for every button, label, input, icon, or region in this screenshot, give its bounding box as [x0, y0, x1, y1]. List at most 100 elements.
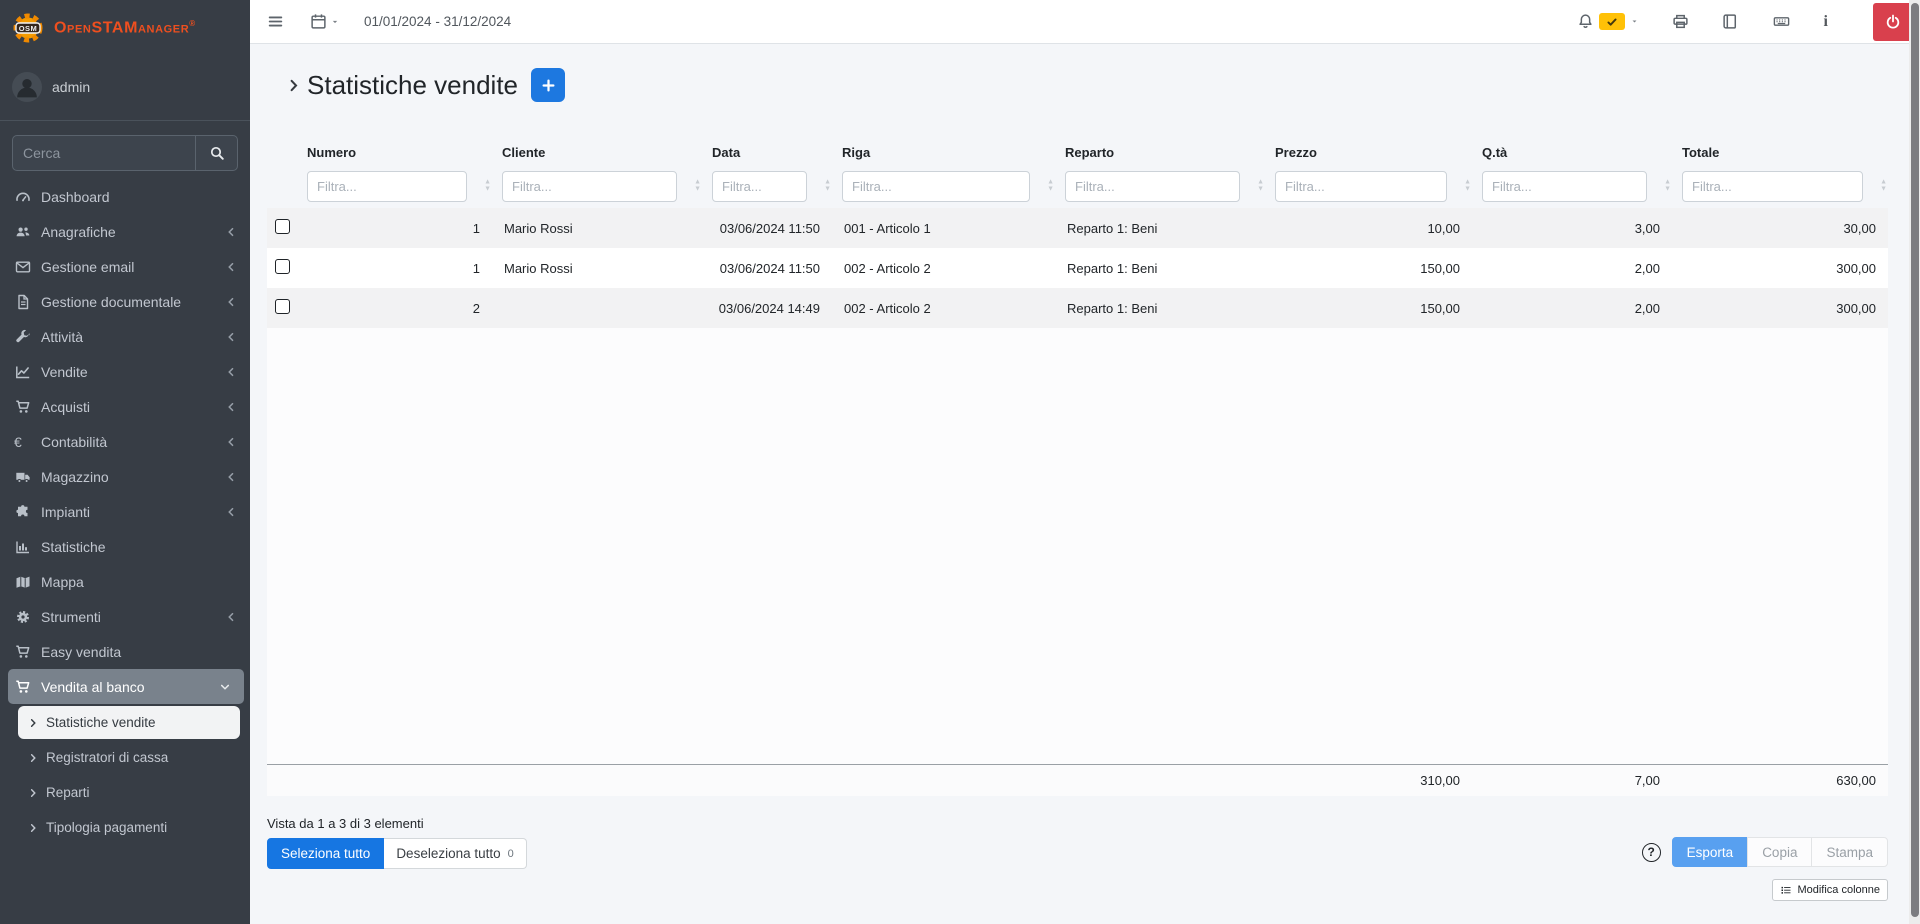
column-header-prezzo[interactable]: Prezzo	[1265, 145, 1472, 160]
sidebar-item-gestione-documentale[interactable]: Gestione documentale	[0, 284, 250, 319]
print-table-button[interactable]: Stampa	[1811, 837, 1888, 867]
filter-input-reparto[interactable]	[1065, 171, 1240, 202]
info-button[interactable]: i	[1820, 10, 1832, 34]
svg-text:OSM: OSM	[19, 24, 38, 33]
chevron-left-icon	[224, 610, 238, 624]
table-row[interactable]: 1 Mario Rossi 03/06/2024 11:50 002 - Art…	[267, 248, 1888, 288]
calendar-button[interactable]	[306, 9, 344, 34]
column-header-totale[interactable]: Totale	[1672, 145, 1888, 160]
deselect-all-button[interactable]: Deseleziona tutto0	[384, 838, 526, 869]
cell-riga: 002 - Articolo 2	[832, 301, 1055, 316]
sidebar-item-strumenti[interactable]: Strumenti	[0, 599, 250, 634]
avatar	[12, 72, 42, 102]
question-icon: ?	[1647, 845, 1654, 859]
copy-button[interactable]: Copia	[1747, 837, 1812, 867]
chevron-right-icon	[27, 717, 39, 729]
sidebar-item-impianti[interactable]: Impianti	[0, 494, 250, 529]
status-badge	[1599, 13, 1625, 30]
sidebar-item-vendite[interactable]: Vendite	[0, 354, 250, 389]
row-checkbox[interactable]	[275, 259, 290, 274]
sidebar-item-magazzino[interactable]: Magazzino	[0, 459, 250, 494]
sidebar-item-dashboard[interactable]: Dashboard	[0, 179, 250, 214]
filter-input-totale[interactable]	[1682, 171, 1863, 202]
filter-input-cliente[interactable]	[502, 171, 677, 202]
table-row[interactable]: 1 Mario Rossi 03/06/2024 11:50 001 - Art…	[267, 208, 1888, 248]
select-all-button[interactable]: Seleziona tutto	[267, 838, 384, 869]
filter-input-qta[interactable]	[1482, 171, 1647, 202]
sort-icons: ▲▼	[484, 180, 491, 193]
bell-icon	[1577, 13, 1594, 30]
sidebar-subitem-registratori-di-cassa[interactable]: Registratori di cassa	[18, 741, 240, 774]
column-header-reparto[interactable]: Reparto	[1055, 145, 1265, 160]
sidebar-item-anagrafiche[interactable]: Anagrafiche	[0, 214, 250, 249]
cell-cliente: Mario Rossi	[492, 261, 702, 276]
hamburger-icon	[267, 13, 284, 30]
print-button[interactable]	[1668, 9, 1693, 34]
filter-input-numero[interactable]	[307, 171, 467, 202]
filter-input-riga[interactable]	[842, 171, 1030, 202]
edit-columns-button[interactable]: Modifica colonne	[1772, 879, 1888, 901]
sort-icons: ▲▼	[1664, 180, 1671, 193]
table-body: 1 Mario Rossi 03/06/2024 11:50 001 - Art…	[267, 208, 1888, 764]
scrollbar-thumb[interactable]	[1911, 3, 1919, 917]
sort-desc-icon: ▼	[1664, 186, 1671, 193]
user-panel[interactable]: admin	[0, 56, 250, 121]
sidebar-item-statistiche[interactable]: Statistiche	[0, 529, 250, 564]
notifications-button[interactable]	[1573, 9, 1643, 34]
sidebar-item-contabilita[interactable]: €Contabilità	[0, 424, 250, 459]
file-icon	[14, 294, 32, 310]
search-input[interactable]	[13, 136, 195, 170]
column-header-riga[interactable]: Riga	[832, 145, 1055, 160]
cell-qta: 2,00	[1472, 261, 1672, 276]
logout-button[interactable]	[1873, 3, 1913, 41]
sort-icons: ▲▼	[1880, 180, 1887, 193]
sidebar-item-mappa[interactable]: Mappa	[0, 564, 250, 599]
cell-prezzo: 150,00	[1265, 301, 1472, 316]
sidebar-subitem-tipologia-pagamenti[interactable]: Tipologia pagamenti	[18, 811, 240, 844]
book-icon	[1722, 13, 1739, 30]
sort-icons: ▲▼	[694, 180, 701, 193]
docs-button[interactable]	[1718, 9, 1743, 34]
filter-input-prezzo[interactable]	[1275, 171, 1447, 202]
column-header-cliente[interactable]: Cliente	[492, 145, 702, 160]
wrench-icon	[14, 329, 32, 345]
brand[interactable]: OSM OpenSTAManager®	[0, 0, 250, 56]
page-scrollbar[interactable]	[1909, 0, 1920, 924]
cell-qta: 2,00	[1472, 301, 1672, 316]
row-checkbox[interactable]	[275, 299, 290, 314]
search-button[interactable]	[195, 136, 237, 170]
sidebar-item-vendita-al-banco[interactable]: Vendita al banco	[8, 669, 244, 704]
table-row[interactable]: 2 03/06/2024 14:49 002 - Articolo 2 Repa…	[267, 288, 1888, 328]
cell-totale: 30,00	[1672, 221, 1888, 236]
column-header-numero[interactable]: Numero	[297, 145, 492, 160]
sort-icons: ▲▼	[1047, 180, 1054, 193]
sidebar-submenu: Statistiche vendite Registratori di cass…	[0, 706, 250, 844]
sidebar-toggle-button[interactable]	[263, 9, 288, 34]
total-prezzo: 310,00	[1265, 773, 1472, 788]
gauge-icon	[14, 189, 32, 205]
sidebar-item-easy-vendita[interactable]: Easy vendita	[0, 634, 250, 669]
table-footer: Vista da 1 a 3 di 3 elementi Seleziona t…	[267, 796, 1888, 869]
table-info: Vista da 1 a 3 di 3 elementi	[267, 816, 1888, 831]
sidebar-menu: Dashboard Anagrafiche Gestione email Ges…	[0, 179, 250, 844]
column-header-qta[interactable]: Q.tà	[1472, 145, 1672, 160]
sidebar-item-gestione-email[interactable]: Gestione email	[0, 249, 250, 284]
cell-data: 03/06/2024 11:50	[702, 261, 832, 276]
row-checkbox[interactable]	[275, 219, 290, 234]
add-record-button[interactable]	[531, 68, 565, 102]
gear-icon	[14, 609, 32, 625]
help-button[interactable]: ?	[1642, 843, 1661, 862]
export-button[interactable]: Esporta	[1672, 837, 1749, 867]
sidebar-item-acquisti[interactable]: Acquisti	[0, 389, 250, 424]
date-range[interactable]: 01/01/2024 - 31/12/2024	[364, 14, 511, 29]
sidebar-item-attivita[interactable]: Attività	[0, 319, 250, 354]
chart-line-icon	[14, 364, 32, 380]
sort-desc-icon: ▼	[1257, 186, 1264, 193]
shortcuts-button[interactable]	[1768, 9, 1795, 34]
sidebar-subitem-reparti[interactable]: Reparti	[18, 776, 240, 809]
total-totale: 630,00	[1672, 773, 1888, 788]
envelope-icon	[14, 259, 32, 275]
column-header-data[interactable]: Data	[702, 145, 832, 160]
sidebar-subitem-statistiche-vendite[interactable]: Statistiche vendite	[18, 706, 240, 739]
filter-input-data[interactable]	[712, 171, 807, 202]
